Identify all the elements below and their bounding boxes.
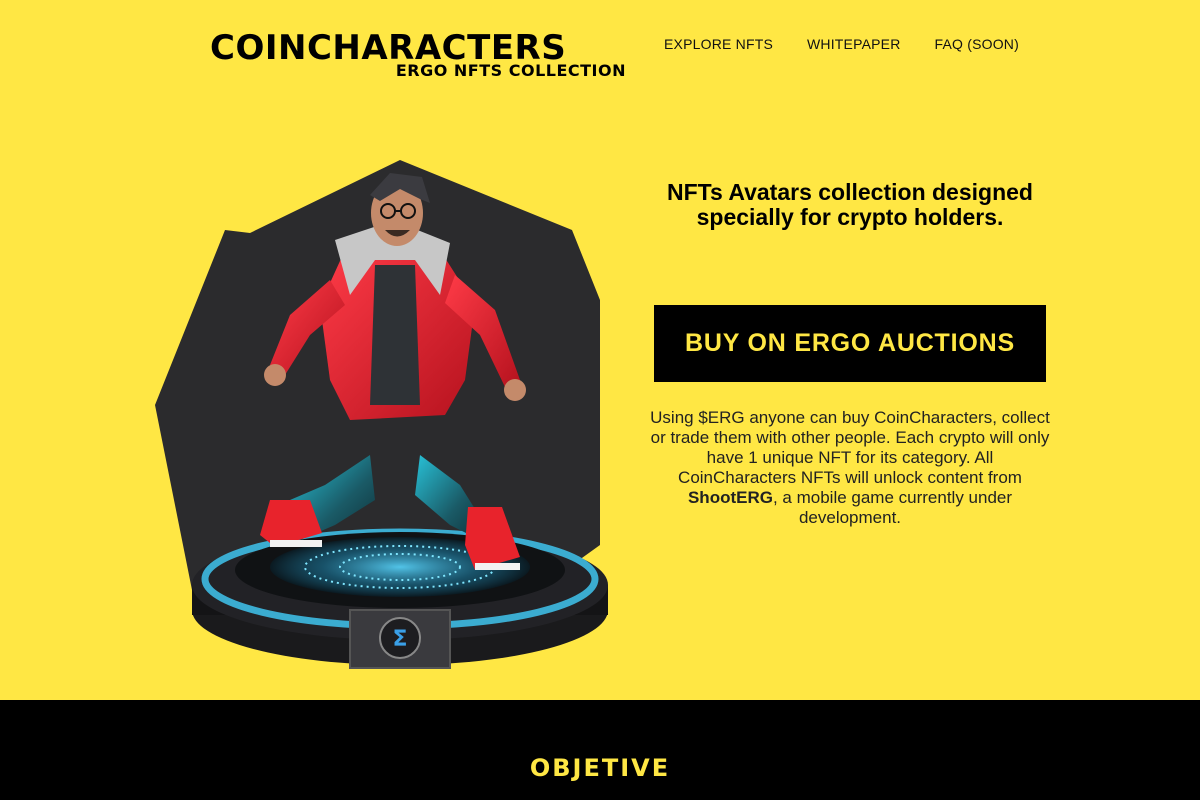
objective-title: OBJETIVE xyxy=(529,754,671,782)
svg-text:Σ: Σ xyxy=(392,627,407,652)
site-logo[interactable]: COINCHARACTERS ERGO NFTS COLLECTION xyxy=(210,28,630,84)
buy-on-ergo-auctions-button[interactable]: BUY ON ERGO AUCTIONS xyxy=(654,305,1046,382)
hero-headline: NFTs Avatars collection designed special… xyxy=(667,179,1033,230)
hero-description: Using $ERG anyone can buy CoinCharacters… xyxy=(650,408,1050,528)
nav-explore-nfts[interactable]: EXPLORE NFTS xyxy=(664,36,773,52)
hero-character-image: Σ xyxy=(150,155,610,675)
logo-tagline: ERGO NFTS COLLECTION xyxy=(395,61,626,80)
description-text-end: , a mobile game currently under developm… xyxy=(772,488,1013,527)
objective-section xyxy=(0,700,1200,800)
nav-whitepaper[interactable]: WHITEPAPER xyxy=(807,36,901,52)
nav-faq[interactable]: FAQ (SOON) xyxy=(935,36,1019,52)
shooterg-link-text: ShootERG xyxy=(687,488,773,507)
description-text-start: Using $ERG anyone can buy CoinCharacters… xyxy=(650,408,1050,487)
main-nav: EXPLORE NFTS WHITEPAPER FAQ (SOON) xyxy=(664,36,1019,52)
